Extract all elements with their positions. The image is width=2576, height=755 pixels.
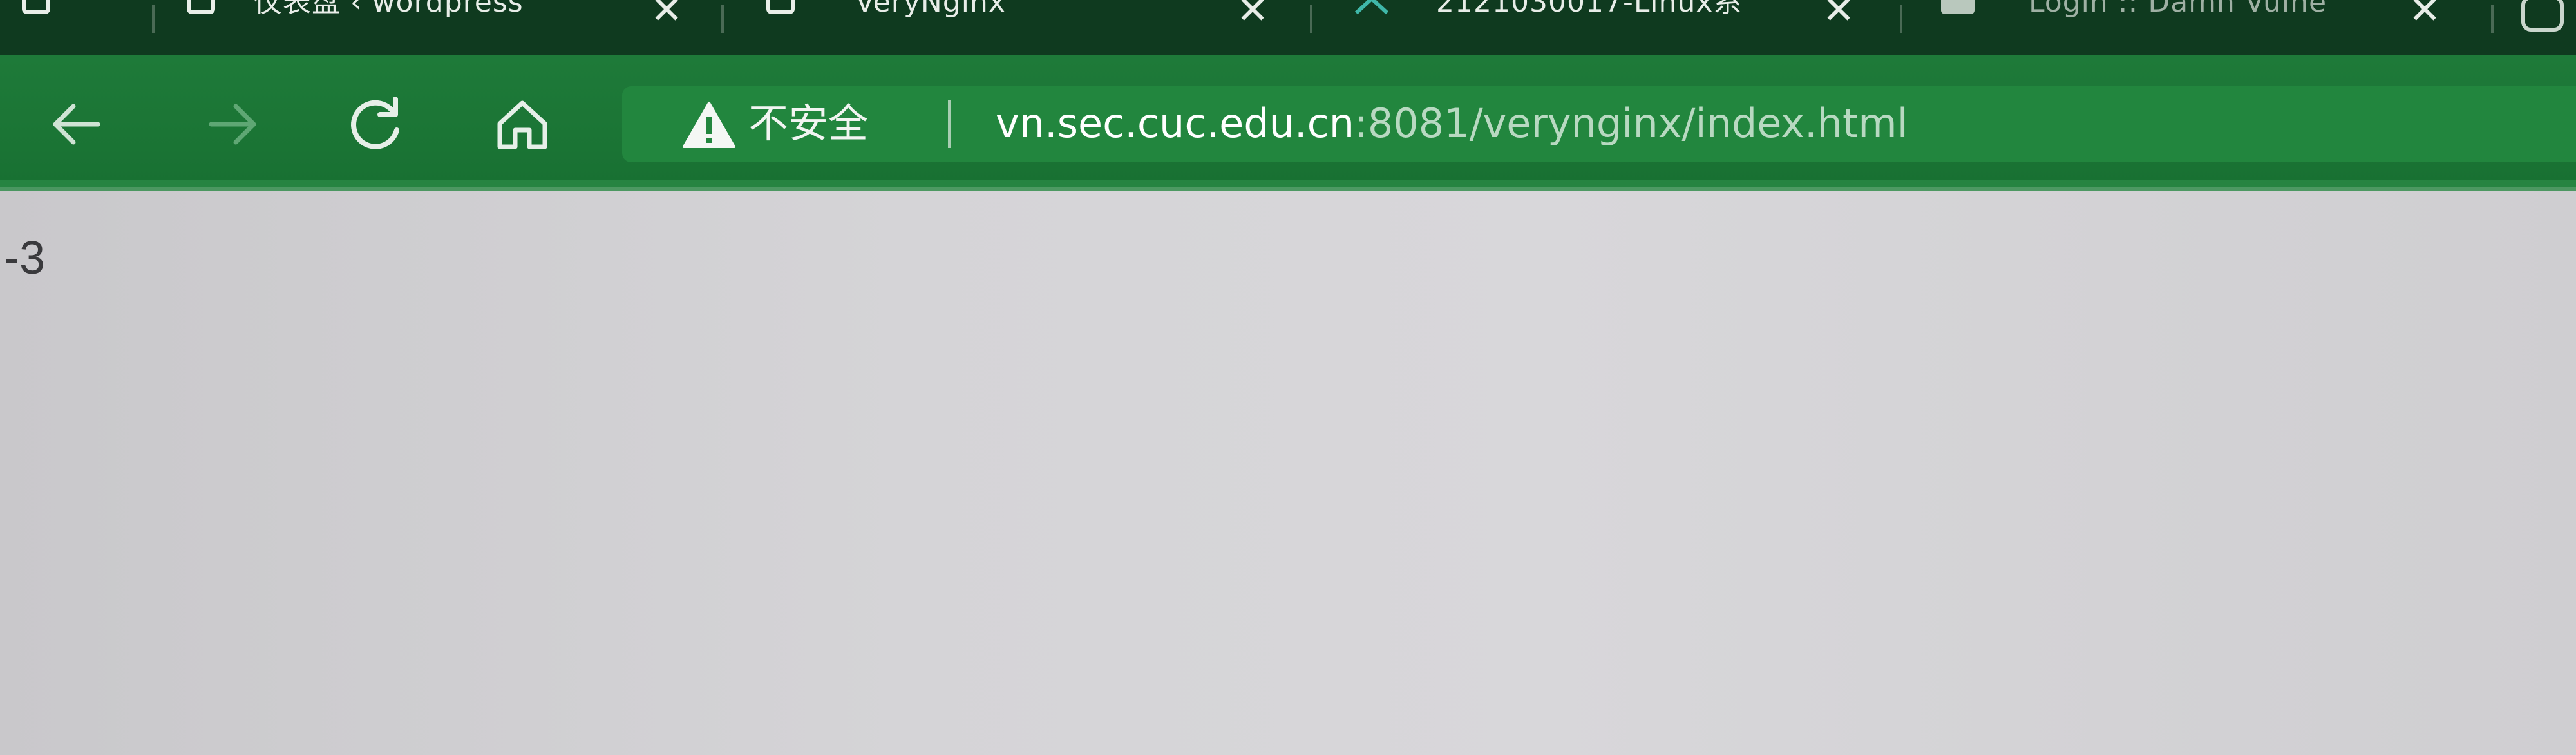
- back-button[interactable]: [41, 89, 112, 160]
- tab-close-icon[interactable]: ✕: [650, 0, 683, 30]
- tab-separator: [2491, 5, 2494, 33]
- tab-strip: 仪表盘 ‹ wordpress ✕ VeryNginx ✕ 2121030017…: [0, 0, 2576, 55]
- url-path: :8081/verynginx/index.html: [1354, 100, 1908, 147]
- page-icon: [766, 0, 795, 14]
- browser-window: 仪表盘 ‹ wordpress ✕ VeryNginx ✕ 2121030017…: [0, 0, 2576, 755]
- page-icon: [187, 0, 215, 14]
- reload-icon: [351, 97, 399, 149]
- tab-wordpress-dashboard[interactable]: 仪表盘 ‹ wordpress ✕: [180, 0, 696, 55]
- browser-toolbar: 不安全 vn.sec.cuc.edu.cn:8081/verynginx/ind…: [0, 55, 2576, 187]
- doc-icon: [1941, 0, 1975, 14]
- tab-title: 仪表盘 ‹ wordpress: [254, 0, 524, 19]
- home-icon: [497, 100, 547, 149]
- home-button[interactable]: [487, 89, 558, 160]
- page-content: -3: [0, 191, 2576, 755]
- tab-actions-icon[interactable]: [2512, 0, 2576, 32]
- tab-separator: [721, 5, 724, 33]
- tab-close-icon[interactable]: ✕: [2409, 0, 2441, 30]
- tab-title: 2121030017-Linux系: [1436, 0, 1743, 19]
- tab-separator: [1310, 5, 1312, 33]
- address-bar[interactable]: 不安全 vn.sec.cuc.edu.cn:8081/verynginx/ind…: [622, 86, 2576, 162]
- page-body-text: -3: [4, 232, 46, 284]
- tab-close-icon[interactable]: ✕: [1236, 0, 1269, 30]
- security-status-label[interactable]: 不安全: [748, 98, 868, 149]
- tab-title: VeryNginx: [855, 0, 1006, 19]
- tab-title: Login :: Damn Vulne: [2029, 0, 2327, 19]
- url-host: vn.sec.cuc.edu.cn: [996, 100, 1355, 147]
- reload-button[interactable]: [340, 89, 411, 160]
- warning-icon[interactable]: [681, 100, 737, 149]
- tab-separator: [1900, 5, 1902, 33]
- url-text[interactable]: vn.sec.cuc.edu.cn:8081/verynginx/index.h…: [996, 98, 1908, 149]
- arrow-right-icon: [209, 104, 256, 145]
- forward-button[interactable]: [197, 89, 268, 160]
- toolbar-divider: [0, 180, 2576, 191]
- address-divider: [948, 100, 951, 148]
- tab-linux-course[interactable]: 2121030017-Linux系 ✕: [1346, 0, 1900, 55]
- tab-close-icon[interactable]: ✕: [1823, 0, 1855, 30]
- tab-separator: [152, 5, 155, 33]
- tab-dvwa-login[interactable]: Login :: Damn Vulne ✕: [1932, 0, 2460, 55]
- tab-verynginx[interactable]: VeryNginx ✕: [760, 0, 1314, 55]
- page-icon: [22, 0, 50, 14]
- arrow-left-icon: [53, 104, 100, 145]
- leaf-icon: [1354, 0, 1389, 15]
